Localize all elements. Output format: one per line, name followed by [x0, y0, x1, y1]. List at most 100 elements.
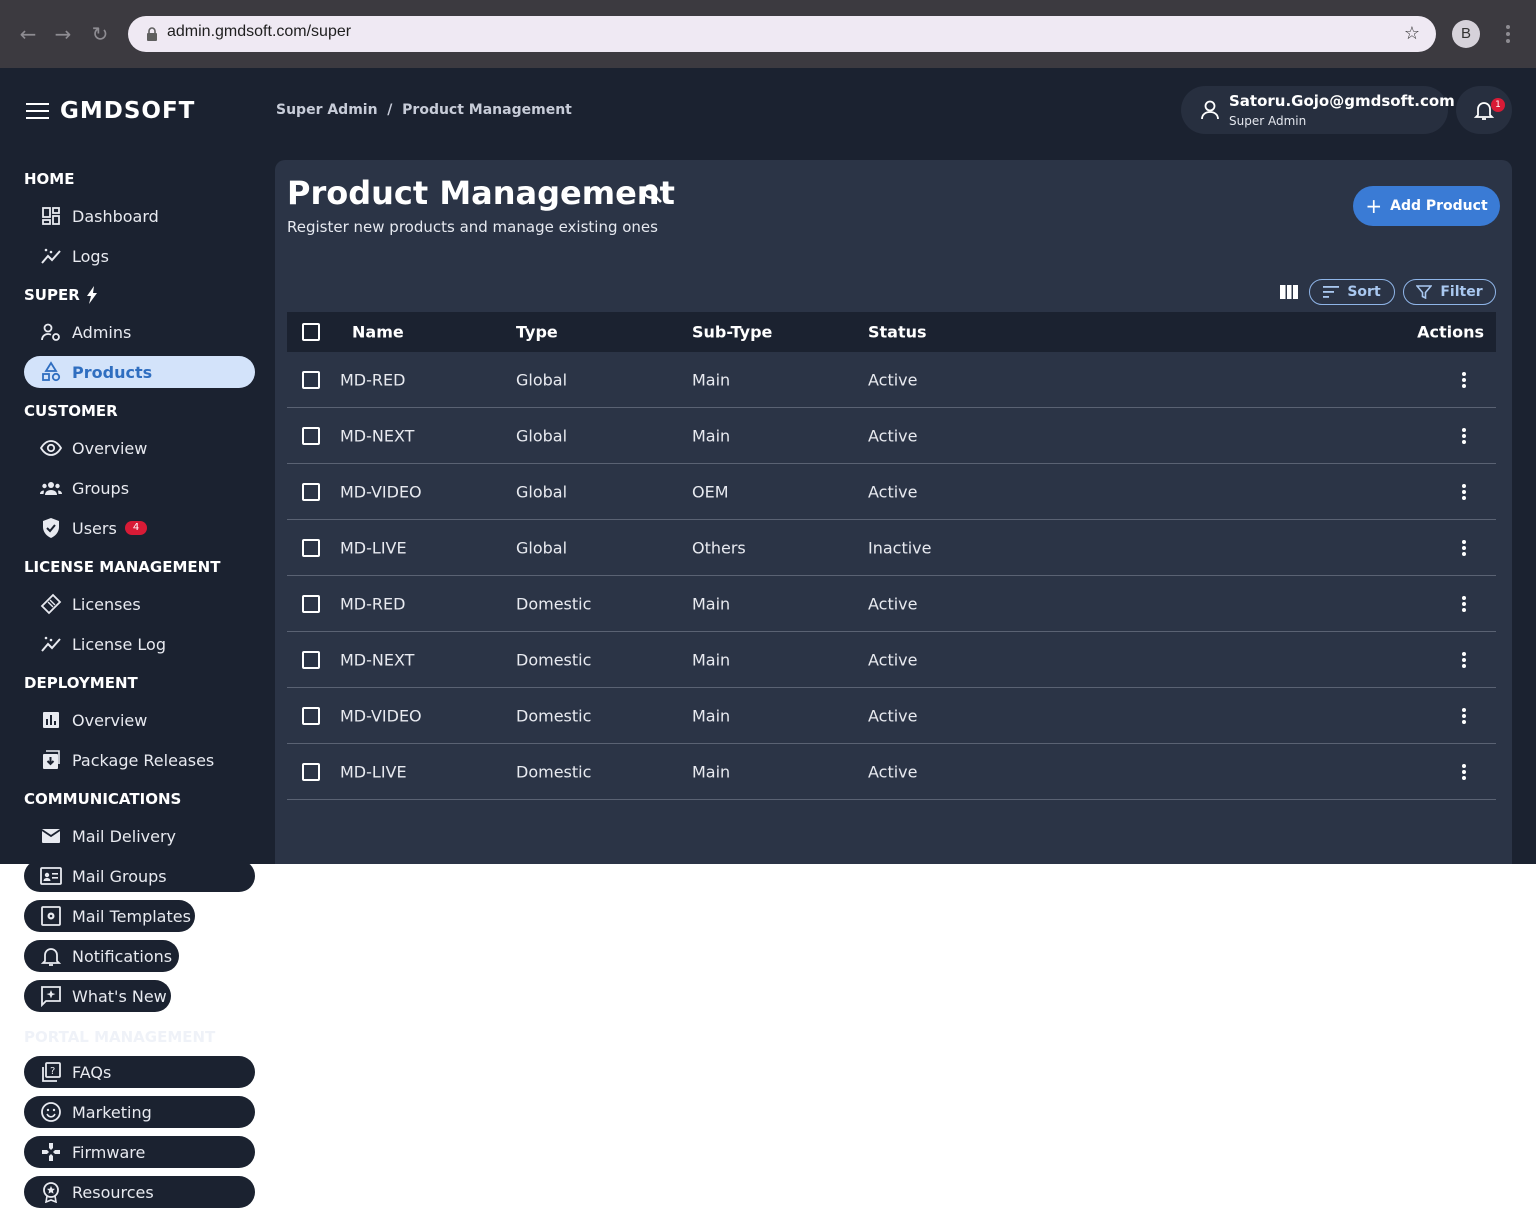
sidebar-label: Admins	[72, 322, 132, 342]
sidebar-label: Licenses	[72, 594, 141, 614]
sidebar-item-dashboard[interactable]: Dashboard	[24, 200, 255, 232]
users-count-badge: 4	[124, 521, 148, 535]
sidebar-label: Dashboard	[72, 206, 159, 226]
reload-icon[interactable]: ↻	[88, 22, 112, 46]
cell-name: MD-LIVE	[340, 538, 407, 557]
sidebar-item-notifications[interactable]: Notifications	[24, 940, 179, 972]
table-body: MD-RED Global Main Active MD-NEXT Global Main A…	[287, 352, 1496, 800]
user-email: Satoru.Gojo@gmdsoft.com	[1229, 92, 1455, 110]
section-license-management: LICENSE MANAGEMENT	[24, 558, 221, 576]
sidebar-item-logs[interactable]: Logs	[24, 240, 255, 272]
row-checkbox[interactable]	[302, 538, 320, 557]
section-deployment: DEPLOYMENT	[24, 674, 138, 692]
sidebar-item-overview[interactable]: Overview	[24, 432, 255, 464]
sidebar-item-resources[interactable]: Resources	[24, 1176, 255, 1208]
columns-icon[interactable]	[1279, 284, 1299, 300]
sidebar-item-admins[interactable]: Admins	[24, 316, 255, 348]
admin-user-icon	[41, 323, 60, 341]
back-icon[interactable]: ←	[16, 22, 40, 46]
notifications-button[interactable]: 1	[1456, 86, 1512, 134]
header-status[interactable]: Status	[868, 323, 927, 342]
select-all-checkbox[interactable]	[302, 323, 320, 341]
sidebar-item-deploy-overview[interactable]: Overview	[24, 704, 255, 736]
sidebar-label: Users	[72, 518, 117, 538]
table-row[interactable]: MD-VIDEO Domestic Main Active	[287, 688, 1496, 744]
header-subtype[interactable]: Sub-Type	[692, 323, 772, 342]
table-row[interactable]: MD-NEXT Global Main Active	[287, 408, 1496, 464]
more-actions-icon[interactable]	[1461, 371, 1467, 389]
more-actions-icon[interactable]	[1461, 539, 1467, 557]
header-name[interactable]: Name	[352, 323, 404, 342]
sidebar-item-licenses[interactable]: Licenses	[24, 588, 255, 620]
section-home: HOME	[24, 170, 75, 188]
table-row[interactable]: MD-LIVE Domestic Main Active	[287, 744, 1496, 800]
table-row[interactable]: MD-VIDEO Global OEM Active	[287, 464, 1496, 520]
sidebar-item-mail-delivery[interactable]: Mail Delivery	[24, 820, 255, 852]
smiley-icon	[41, 1102, 61, 1122]
brand-logo[interactable]: GMDSOFT	[60, 98, 195, 124]
table-row[interactable]: MD-NEXT Domestic Main Active	[287, 632, 1496, 688]
add-product-label: Add Product	[1390, 198, 1488, 214]
trend-icon	[41, 248, 61, 264]
cell-name: MD-NEXT	[340, 650, 415, 669]
row-checkbox[interactable]	[302, 650, 320, 669]
sidebar-item-firmware[interactable]: Firmware	[24, 1136, 255, 1168]
cell-type: Domestic	[516, 594, 592, 613]
search-icon[interactable]	[641, 182, 665, 206]
more-actions-icon[interactable]	[1461, 763, 1467, 781]
row-checkbox[interactable]	[302, 706, 320, 725]
sidebar-label: Overview	[72, 710, 148, 730]
row-checkbox[interactable]	[302, 762, 320, 781]
add-product-button[interactable]: + Add Product	[1353, 186, 1500, 226]
more-actions-icon[interactable]	[1461, 427, 1467, 445]
cell-subtype: Others	[692, 538, 746, 557]
row-checkbox[interactable]	[302, 482, 320, 501]
sort-button[interactable]: Sort	[1309, 279, 1395, 305]
table-row[interactable]: MD-RED Domestic Main Active	[287, 576, 1496, 632]
cell-subtype: Main	[692, 594, 731, 613]
more-actions-icon[interactable]	[1461, 707, 1467, 725]
section-super-label: SUPER	[24, 286, 80, 304]
sidebar-item-package-releases[interactable]: Package Releases	[24, 744, 255, 776]
more-actions-icon[interactable]	[1461, 651, 1467, 669]
menu-icon[interactable]	[26, 101, 50, 121]
sidebar-item-whats-new[interactable]: What's New	[24, 980, 171, 1012]
products-table: Name Type Sub-Type Status Actions MD-RED…	[287, 312, 1496, 800]
faq-icon: ?	[42, 1062, 61, 1082]
table-row[interactable]: MD-RED Global Main Active	[287, 352, 1496, 408]
sidebar-item-products[interactable]: Products	[24, 356, 255, 388]
profile-avatar[interactable]: B	[1452, 20, 1480, 48]
sidebar-item-users[interactable]: Users 4	[24, 512, 255, 544]
sidebar-label: Overview	[72, 438, 148, 458]
bookmark-star-icon[interactable]: ☆	[1404, 23, 1420, 44]
more-actions-icon[interactable]	[1461, 595, 1467, 613]
header-type[interactable]: Type	[516, 323, 558, 342]
sidebar-item-marketing[interactable]: Marketing	[24, 1096, 255, 1128]
sidebar-item-groups[interactable]: Groups	[24, 472, 255, 504]
address-bar[interactable]: admin.gmdsoft.com/super ☆	[128, 16, 1436, 52]
sidebar-label: Resources	[72, 1182, 154, 1202]
cell-status: Active	[868, 426, 918, 445]
bar-chart-icon	[43, 712, 59, 728]
sidebar-label: FAQs	[72, 1062, 112, 1082]
cell-type: Domestic	[516, 650, 592, 669]
row-checkbox[interactable]	[302, 426, 320, 445]
more-actions-icon[interactable]	[1461, 483, 1467, 501]
browser-menu-icon[interactable]	[1500, 20, 1516, 48]
sidebar-item-license-log[interactable]: License Log	[24, 628, 255, 660]
cell-type: Global	[516, 370, 568, 389]
user-menu-button[interactable]: Satoru.Gojo@gmdsoft.com Super Admin	[1181, 86, 1455, 134]
row-checkbox[interactable]	[302, 594, 320, 613]
table-row[interactable]: MD-LIVE Global Others Inactive	[287, 520, 1496, 576]
sidebar-item-faqs[interactable]: ? FAQs	[24, 1056, 255, 1088]
template-gear-icon	[41, 906, 61, 926]
row-checkbox[interactable]	[302, 370, 320, 389]
contact-card-icon	[40, 867, 62, 885]
sidebar-item-mail-templates[interactable]: Mail Templates	[24, 900, 195, 932]
sidebar-item-mail-groups[interactable]: Mail Groups	[24, 860, 255, 892]
cell-type: Domestic	[516, 762, 592, 781]
filter-button[interactable]: Filter	[1403, 279, 1496, 305]
cell-name: MD-VIDEO	[340, 706, 422, 725]
forward-icon[interactable]: →	[51, 22, 75, 46]
cell-status: Active	[868, 370, 918, 389]
